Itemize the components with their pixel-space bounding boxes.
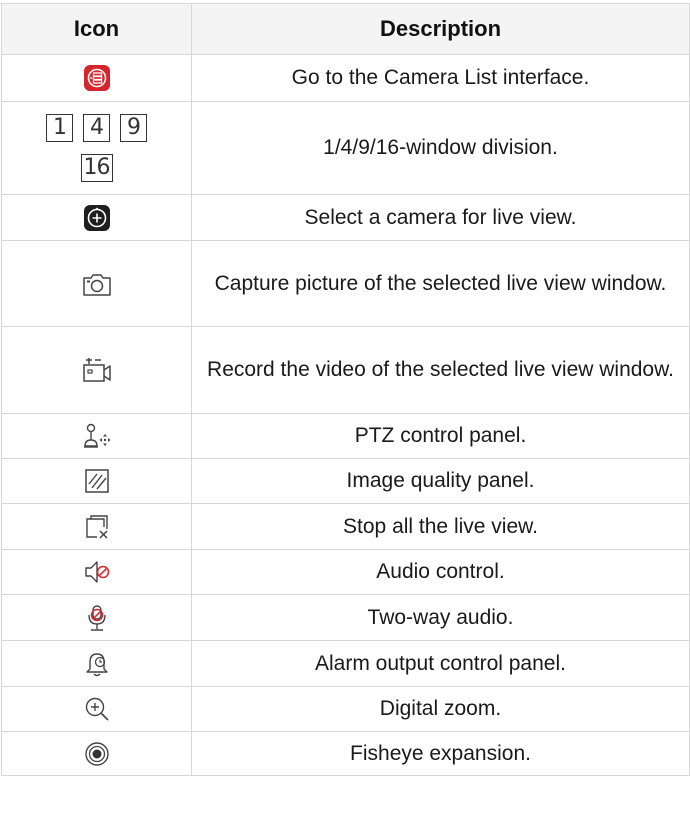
alarm-bell-icon — [85, 652, 108, 676]
table-row: Audio control. — [1, 549, 690, 595]
table-row: Stop all the live view. — [1, 503, 690, 550]
speaker-muted-icon — [84, 561, 109, 583]
row-description: Image quality panel. — [191, 458, 690, 504]
table-row: Alarm output control panel. — [1, 640, 690, 687]
row-description: Stop all the live view. — [191, 503, 690, 550]
row-description: Select a camera for live view. — [191, 194, 690, 241]
add-camera-icon — [83, 204, 110, 231]
row-description: Audio control. — [191, 549, 690, 595]
row-description: Two-way audio. — [191, 594, 690, 641]
division-16-icon: 16 — [80, 154, 113, 182]
row-description: PTZ control panel. — [191, 413, 690, 459]
table-row: Capture picture of the selected live vie… — [1, 240, 690, 327]
icon-description-table: Icon Description Go to the Camera List i… — [1, 3, 690, 776]
table-row: Two-way audio. — [1, 594, 690, 641]
row-description: Alarm output control panel. — [191, 640, 690, 687]
table-row: Go to the Camera List interface. — [1, 54, 690, 102]
capture-icon — [82, 273, 111, 296]
camera-list-icon — [83, 65, 110, 91]
table-row: Record the video of the selected live vi… — [1, 326, 690, 414]
icon-column-header: Icon — [1, 3, 192, 55]
row-description: Go to the Camera List interface. — [191, 54, 690, 102]
row-description: Digital zoom. — [191, 686, 690, 732]
row-description: 1/4/9/16-window division. — [191, 101, 690, 195]
microphone-muted-icon — [87, 604, 106, 631]
zoom-in-icon — [85, 697, 109, 721]
fisheye-icon — [84, 741, 109, 766]
table-row: PTZ control panel. — [1, 413, 690, 459]
window-division-icons: 1 4 9 16 — [2, 114, 191, 182]
table-row: Digital zoom. — [1, 686, 690, 732]
table-row: Image quality panel. — [1, 458, 690, 504]
description-column-header: Description — [191, 3, 690, 55]
division-9-icon: 9 — [120, 114, 147, 142]
table-row: Select a camera for live view. — [1, 194, 690, 241]
stop-all-icon — [85, 514, 108, 539]
table-row: 1 4 9 16 1/4/9/16-window division. — [1, 101, 690, 195]
table-row: Fisheye expansion. — [1, 731, 690, 776]
ptz-joystick-icon — [83, 423, 110, 448]
record-icon — [82, 358, 111, 382]
table-header-row: Icon Description — [1, 3, 690, 55]
division-4-icon: 4 — [83, 114, 110, 142]
row-description: Fisheye expansion. — [191, 731, 690, 776]
image-quality-icon — [84, 469, 109, 493]
row-description: Capture picture of the selected live vie… — [191, 240, 690, 327]
row-description: Record the video of the selected live vi… — [191, 326, 690, 414]
division-1-icon: 1 — [46, 114, 73, 142]
